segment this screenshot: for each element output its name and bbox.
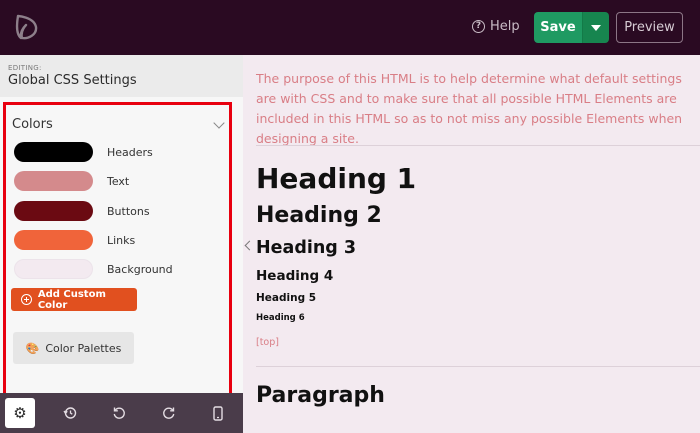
page-preview: The purpose of this HTML is to help dete… — [243, 55, 700, 433]
top-link[interactable]: [top] — [256, 337, 279, 348]
color-palettes-label: Color Palettes — [45, 341, 122, 355]
color-row-background: Background — [14, 259, 173, 279]
editing-title: Global CSS Settings — [8, 73, 137, 88]
add-custom-color-label: Add Custom Color — [37, 288, 106, 311]
color-row-headers: Headers — [14, 142, 153, 162]
leaf-logo-icon[interactable] — [14, 13, 40, 41]
chevron-down-icon[interactable] — [213, 116, 225, 129]
color-swatch-background[interactable] — [14, 259, 93, 279]
editing-header: EDITING: Global CSS Settings — [0, 55, 243, 97]
heading-1: Heading 1 — [256, 162, 417, 195]
undo-icon[interactable] — [104, 393, 134, 433]
editing-label: EDITING: — [8, 64, 42, 72]
color-swatch-links[interactable] — [14, 230, 93, 250]
color-label: Links — [107, 233, 136, 247]
divider — [256, 145, 700, 146]
gear-icon[interactable]: ⚙ — [5, 398, 35, 428]
heading-5: Heading 5 — [256, 292, 317, 304]
color-label: Headers — [107, 145, 153, 159]
palette-icon: 🎨 — [25, 341, 40, 355]
color-row-buttons: Buttons — [14, 201, 150, 221]
divider — [256, 366, 700, 367]
color-palettes-button[interactable]: 🎨 Color Palettes — [13, 332, 134, 364]
heading-2: Heading 2 — [256, 203, 382, 228]
heading-3: Heading 3 — [256, 238, 357, 258]
help-link[interactable]: ? Help — [472, 19, 520, 34]
color-label: Text — [107, 174, 130, 188]
top-bar: ? Help Save Preview — [0, 0, 700, 55]
redo-icon[interactable] — [154, 393, 184, 433]
help-icon: ? — [472, 20, 485, 33]
add-custom-color-button[interactable]: Add Custom Color — [11, 288, 137, 311]
color-swatch-text[interactable] — [14, 171, 93, 191]
bottom-toolbar: ⚙ — [0, 393, 243, 433]
color-label: Buttons — [107, 204, 150, 218]
colors-title: Colors — [12, 117, 53, 132]
preview-button[interactable]: Preview — [616, 12, 683, 43]
intro-paragraph: The purpose of this HTML is to help dete… — [256, 71, 683, 146]
color-label: Background — [107, 262, 173, 276]
help-label: Help — [490, 19, 520, 34]
colors-section-header[interactable]: Colors — [6, 105, 229, 135]
history-icon[interactable] — [55, 393, 85, 433]
plus-circle-icon — [21, 294, 32, 305]
save-options-chevron-icon[interactable] — [582, 12, 609, 43]
heading-4: Heading 4 — [256, 268, 334, 284]
colors-panel: Colors Headers Text Buttons Links Backgr… — [3, 102, 232, 420]
paragraph-heading: Paragraph — [256, 383, 385, 408]
save-button[interactable]: Save — [534, 12, 582, 43]
sidebar: EDITING: Global CSS Settings Colors Head… — [0, 55, 243, 433]
color-swatch-buttons[interactable] — [14, 201, 93, 221]
heading-6: Heading 6 — [256, 313, 305, 323]
color-row-links: Links — [14, 230, 135, 250]
color-row-text: Text — [14, 171, 129, 191]
mobile-icon[interactable] — [203, 393, 233, 433]
save-button-group: Save — [534, 12, 609, 43]
color-swatch-headers[interactable] — [14, 142, 93, 162]
